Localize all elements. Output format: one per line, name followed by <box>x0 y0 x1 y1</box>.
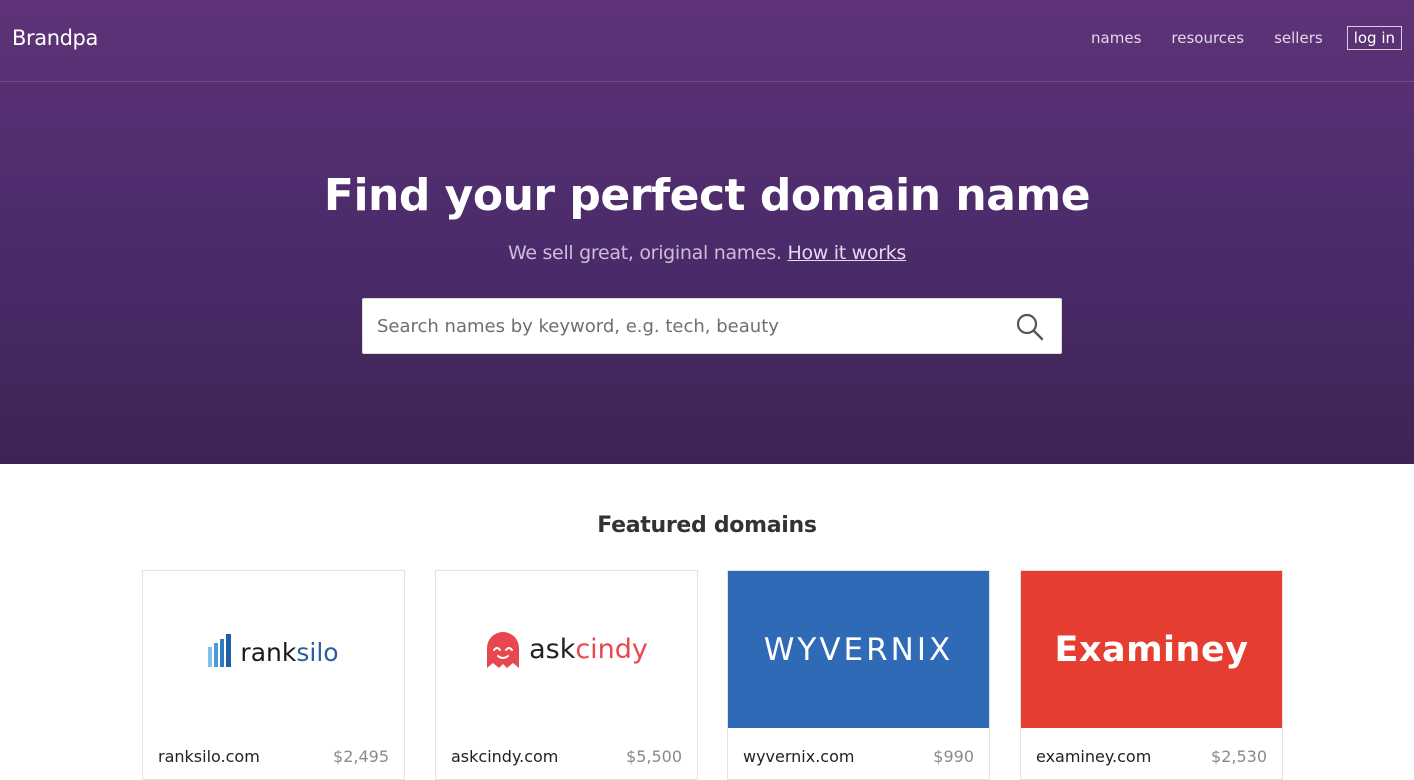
brand-logo[interactable]: Brandpa <box>12 26 98 50</box>
domain-price: $5,500 <box>626 747 682 766</box>
nav-link-sellers[interactable]: sellers <box>1274 29 1323 47</box>
hero-section: Brandpa names resources sellers log in F… <box>0 0 1414 464</box>
page-title: Find your perfect domain name <box>323 170 1091 221</box>
wyvernix-logo: WYVERNIX <box>763 631 954 668</box>
search-icon[interactable] <box>1015 312 1045 342</box>
domain-name: wyvernix.com <box>743 747 855 766</box>
domain-name: askcindy.com <box>451 747 559 766</box>
how-it-works-link[interactable]: How it works <box>788 242 907 264</box>
askcindy-logo: askcindy <box>485 630 648 670</box>
domain-price: $2,495 <box>333 747 389 766</box>
login-button[interactable]: log in <box>1346 26 1402 50</box>
nav-link-names[interactable]: names <box>1091 29 1141 47</box>
logo-word: ranksilo <box>240 637 339 667</box>
logo-word: askcindy <box>529 634 648 665</box>
domain-name: examiney.com <box>1036 747 1152 766</box>
ranksilo-logo: ranksilo <box>208 633 339 667</box>
domain-logo-image: WYVERNIX <box>728 571 989 728</box>
domain-card-examiney[interactable]: Examiney examiney.com $2,530 <box>1020 570 1283 780</box>
search-input[interactable] <box>377 299 997 353</box>
domain-price: $990 <box>933 747 974 766</box>
nav-link-resources[interactable]: resources <box>1171 29 1244 47</box>
domain-logo-image: ranksilo <box>143 571 404 728</box>
ghost-face-icon <box>487 631 520 668</box>
hero-subtitle: We sell great, original names. How it wo… <box>0 242 1414 264</box>
domain-name: ranksilo.com <box>158 747 260 766</box>
bar-chart-icon <box>208 633 232 667</box>
examiney-logo: Examiney <box>1054 629 1249 670</box>
nav-links: names resources sellers log in <box>1061 26 1402 50</box>
domain-card-askcindy[interactable]: askcindy askcindy.com $5,500 <box>435 570 698 780</box>
subtitle-text: We sell great, original names. <box>507 242 782 264</box>
search-box <box>362 298 1062 354</box>
domain-logo-image: Examiney <box>1021 571 1282 728</box>
top-navbar: Brandpa names resources sellers log in <box>0 0 1414 82</box>
domain-card-wyvernix[interactable]: WYVERNIX wyvernix.com $990 <box>727 570 990 780</box>
featured-domains-title: Featured domains <box>597 513 817 538</box>
domain-logo-image: askcindy <box>436 571 697 728</box>
domain-price: $2,530 <box>1211 747 1267 766</box>
domain-card-ranksilo[interactable]: ranksilo ranksilo.com $2,495 <box>142 570 405 780</box>
